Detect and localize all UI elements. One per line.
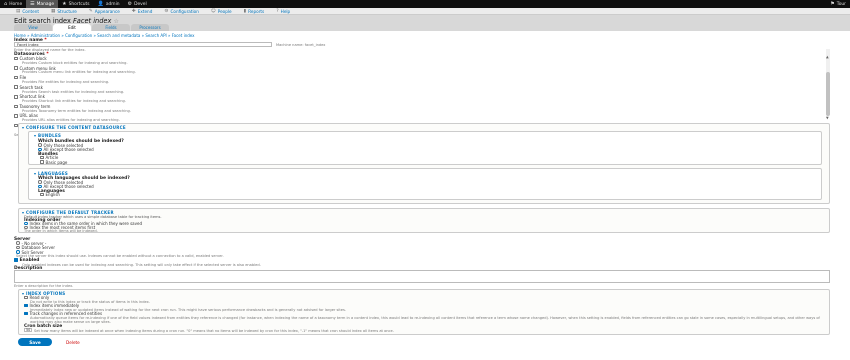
checkbox[interactable]	[40, 192, 44, 197]
track-changes-description: Automatically queue items for re-indexin…	[30, 315, 820, 324]
scroll-up-icon[interactable]: ▲	[826, 55, 829, 59]
save-button[interactable]: Save	[18, 338, 52, 346]
tray-item-content[interactable]: ▤ Content	[10, 8, 45, 15]
enabled-description: Only enabled indexes can be used for ind…	[22, 262, 261, 267]
bundles-fieldset	[28, 131, 822, 165]
tour-button[interactable]: ⚑ Tour	[826, 0, 850, 8]
index-name-description: Enter the displayed name for the index.	[14, 47, 86, 52]
checkbox-checked[interactable]	[14, 258, 18, 262]
help-icon: ?	[276, 8, 279, 14]
structure-icon: ▦	[51, 8, 56, 14]
extend-icon: ✚	[131, 8, 136, 14]
checkbox-checked[interactable]	[24, 311, 28, 316]
home-icon: ⌂	[4, 0, 8, 7]
toolbar-label: admin	[105, 1, 120, 7]
gear-icon: ⚙	[127, 0, 133, 7]
checkbox[interactable]	[24, 295, 28, 300]
tab-edit[interactable]: Edit	[53, 24, 91, 31]
checkbox-checked[interactable]	[24, 303, 28, 308]
datasource-scrollbar-thumb[interactable]	[826, 72, 830, 116]
index-name-input[interactable]: Facet index	[14, 42, 272, 47]
tray-label: People	[217, 8, 232, 14]
tab-processors[interactable]: Processors	[131, 24, 169, 31]
tray-item-people[interactable]: ☺ People	[205, 8, 238, 15]
delete-link[interactable]: Delete	[66, 340, 80, 345]
tray-label: Content	[22, 8, 39, 14]
tray-item-reports[interactable]: ▮ Reports	[238, 8, 271, 15]
toolbar-label: Home	[9, 1, 23, 7]
tour-icon: ⚑	[830, 0, 835, 7]
star-icon: ★	[62, 0, 67, 7]
languages-legend[interactable]: ▾ LANGUAGES	[34, 171, 68, 176]
machine-name: Machine name: facet_index	[276, 42, 326, 47]
checkbox[interactable]	[14, 123, 18, 128]
appearance-icon: ✎	[88, 8, 93, 14]
server-description: Select the server this index should use.…	[16, 254, 224, 258]
user-icon: 👤	[97, 0, 104, 7]
language-item-english[interactable]: English	[40, 192, 60, 197]
tour-label: Tour	[836, 1, 846, 7]
content-datasource-legend[interactable]: ▾ CONFIGURE THE CONTENT DATASOURCE	[22, 125, 126, 130]
checkbox[interactable]	[40, 160, 44, 164]
tray-item-extend[interactable]: ✚ Extend	[126, 8, 159, 15]
primary-tabs: View Edit Fields Processors	[14, 24, 169, 31]
menu-icon: ☰	[30, 0, 35, 7]
tab-view[interactable]: View	[14, 24, 52, 31]
bundle-item-basic-page[interactable]: Basic page	[40, 160, 67, 165]
content-icon: ▤	[16, 8, 21, 14]
tab-fields[interactable]: Fields	[92, 24, 130, 31]
tray-item-help[interactable]: ? Help	[270, 8, 296, 15]
checkbox[interactable]	[14, 95, 18, 99]
tray-label: Structure	[57, 8, 77, 14]
reports-icon: ▮	[243, 8, 247, 14]
toolbar-label: Devel	[134, 1, 147, 7]
tray-label: Help	[280, 8, 291, 14]
checkbox[interactable]	[14, 104, 18, 109]
toolbar-label: Shortcuts	[68, 1, 90, 7]
checkbox[interactable]	[14, 56, 18, 61]
tray-item-structure[interactable]: ▦ Structure	[45, 8, 83, 15]
tray-item-appearance[interactable]: ✎ Appearance	[83, 8, 126, 15]
checkbox[interactable]	[14, 66, 18, 70]
people-icon: ☺	[210, 8, 216, 14]
description-help: Enter a description for the index.	[14, 284, 74, 288]
scroll-down-icon[interactable]: ▼	[826, 116, 829, 120]
indexing-order-description: The order in which items will be indexed…	[24, 229, 98, 233]
cron-batch-size-input[interactable]: 50	[24, 327, 32, 332]
option-label: English	[45, 192, 60, 197]
description-textarea[interactable]	[14, 270, 830, 283]
bundles-legend[interactable]: ▾ BUNDLES	[34, 133, 61, 138]
tray-label: Configuration	[170, 8, 199, 14]
cron-batch-size-description: Set how many items will be indexed at on…	[34, 328, 394, 333]
tray-item-configuration[interactable]: ⚙ Configuration	[158, 8, 205, 15]
admin-tray: ▤ Content ▦ Structure ✎ Appearance ✚ Extend …	[0, 8, 850, 15]
languages-fieldset	[28, 168, 822, 200]
item-label: Search task	[19, 84, 43, 90]
toolbar-label: Manage	[36, 1, 55, 7]
option-label: Basic page	[45, 159, 68, 165]
checkbox[interactable]	[14, 75, 18, 80]
tray-label: Appearance	[94, 8, 120, 14]
checkbox[interactable]	[14, 114, 18, 118]
tray-label: Reports	[248, 8, 265, 14]
tray-label: Extend	[137, 8, 153, 14]
checkbox[interactable]	[14, 85, 18, 89]
wrench-icon: ⚙	[164, 8, 169, 14]
